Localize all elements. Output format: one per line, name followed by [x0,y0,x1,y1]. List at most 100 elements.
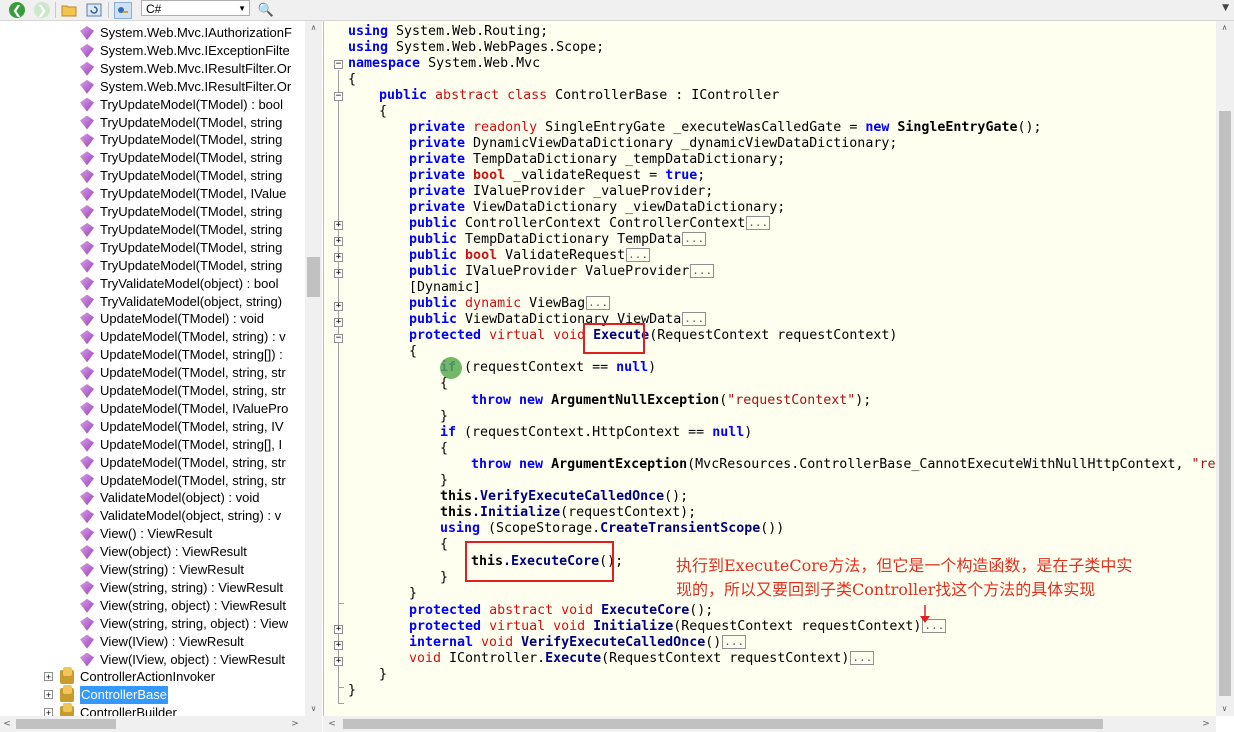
tree-member-item[interactable]: View(string, string, object) : View [80,615,288,633]
search-icon[interactable]: 🔍 [258,2,274,18]
tree-member-item[interactable]: TryUpdateModel(TModel, string [80,221,282,239]
collapse-toggle[interactable]: − [334,60,343,69]
collapse-toggle[interactable]: − [334,334,343,343]
tree-member-label: TryUpdateModel(TModel, string [100,257,283,273]
expand-toggle[interactable]: + [334,318,343,327]
collapse-toggle[interactable]: − [334,92,343,101]
tree-member-item[interactable]: UpdateModel(TModel) : void [80,310,264,328]
scroll-up-arrow-icon[interactable]: ∧ [1216,21,1233,35]
scroll-up-arrow-icon[interactable]: ∧ [305,21,322,35]
tree-member-item[interactable]: UpdateModel(TModel, string) : v [80,328,286,346]
tree-member-item[interactable]: TryValidateModel(object) : bool [80,275,278,293]
tree-member-item[interactable]: View(string, object) : ViewResult [80,597,286,615]
tree-member-label: View(string) : ViewResult [100,562,245,577]
scroll-left-arrow-icon[interactable]: < [325,716,339,732]
expand-toggle[interactable]: + [334,253,343,262]
tree-member-item[interactable]: ValidateModel(object) : void [80,489,259,507]
scroll-thumb[interactable] [307,257,320,297]
tree-member-item[interactable]: TryUpdateModel(TModel, string [80,239,282,257]
tree-member-item[interactable]: TryUpdateModel(TModel, string [80,167,282,185]
scroll-down-arrow-icon[interactable]: ∨ [1216,702,1233,716]
tree-member-item[interactable]: View(IView) : ViewResult [80,633,244,651]
scroll-thumb[interactable] [1219,111,1231,696]
code-line: } [409,586,418,601]
code-line: this.Initialize(requestContext); [440,505,697,520]
tree-member-label: View(IView, object) : ViewResult [100,651,285,667]
scroll-right-arrow-icon[interactable]: > [1199,716,1213,732]
tree-member-item[interactable]: TryUpdateModel(TModel, string [80,203,282,221]
editor-vertical-scrollbar[interactable]: ∧ ∨ [1216,21,1234,716]
tree-vertical-scrollbar[interactable]: ∧ ∨ [305,21,322,716]
expand-toggle[interactable]: + [334,657,343,666]
refresh-icon[interactable] [86,2,102,18]
collapsed-region[interactable]: ... [626,248,651,262]
tree-member-item[interactable]: ValidateModel(object, string) : v [80,507,281,525]
tree-member-item[interactable]: View(string) : ViewResult [80,561,244,579]
collapsed-region[interactable]: ... [682,232,707,246]
tree-member-item[interactable]: UpdateModel(TModel, string, str [80,454,286,472]
code-line: { [440,441,449,456]
tree-member-item[interactable]: TryUpdateModel(TModel, string [80,257,282,275]
language-select[interactable]: C# ▼ [141,0,250,16]
collapsed-region[interactable]: ... [746,216,771,230]
tree-member-item[interactable]: TryUpdateModel(TModel, string [80,114,282,132]
browse-icon[interactable] [114,2,132,19]
code-line: private DynamicViewDataDictionary _dynam… [409,136,898,151]
tree-member-item[interactable]: System.Web.Mvc.IAuthorizationF [80,24,292,42]
forward-arrow-icon[interactable]: ❯ [34,2,50,18]
tree-class-item[interactable]: ControllerBase [60,685,168,705]
method-icon [80,79,94,94]
code-line: private ViewDataDictionary _viewDataDict… [409,200,786,215]
tree-member-item[interactable]: UpdateModel(TModel, IValuePro [80,400,288,418]
expand-toggle[interactable]: + [334,625,343,634]
tree-class-item[interactable]: ControllerActionInvoker [60,667,215,686]
collapsed-region[interactable]: ... [586,296,611,310]
expand-toggle[interactable]: + [334,237,343,246]
expand-toggle[interactable]: + [44,672,53,682]
collapsed-region[interactable]: ... [682,312,707,326]
scroll-thumb[interactable] [343,719,1103,729]
tree-member-item[interactable]: TryUpdateModel(TModel) : bool [80,96,283,114]
overflow-chevron-icon[interactable]: ▼ [1222,3,1229,13]
tree-member-item[interactable]: UpdateModel(TModel, string, str [80,364,286,382]
code-editor[interactable]: − − + + + + + + − + + + using System.Web… [323,21,1217,716]
tree-member-item[interactable]: UpdateModel(TModel, string, IV [80,418,284,436]
scroll-left-arrow-icon[interactable]: < [0,716,14,732]
tree-member-item[interactable]: UpdateModel(TModel, string, str [80,382,286,400]
tree-member-item[interactable]: View(string, string) : ViewResult [80,579,283,597]
tree-member-item[interactable]: System.Web.Mvc.IResultFilter.Or [80,60,291,78]
editor-horizontal-scrollbar[interactable]: < > [323,716,1216,732]
collapsed-region[interactable]: ... [850,651,875,665]
code-line: protected abstract void ExecuteCore(); [409,603,714,618]
tree-member-item[interactable]: TryUpdateModel(TModel, string [80,149,282,167]
back-arrow-icon[interactable]: ❮ [9,2,25,18]
scroll-right-arrow-icon[interactable]: > [288,716,302,732]
collapsed-region[interactable]: ... [722,635,747,649]
expand-toggle[interactable]: + [334,302,343,311]
tree-member-item[interactable]: View(IView, object) : ViewResult [80,651,285,669]
tree-member-item[interactable]: TryValidateModel(object, string) [80,293,282,311]
tree-member-label: TryUpdateModel(TModel, string [100,114,283,130]
tree-member-item[interactable]: UpdateModel(TModel, string[], I [80,436,282,454]
open-folder-icon[interactable] [61,2,77,18]
tree-member-item[interactable]: TryUpdateModel(TModel, string [80,131,282,149]
tree-member-item[interactable]: System.Web.Mvc.IResultFilter.Or [80,78,291,96]
scroll-down-arrow-icon[interactable]: ∨ [305,702,322,716]
code-line: if (requestContext == null) [440,360,657,375]
expand-toggle[interactable]: + [44,690,53,700]
expand-toggle[interactable]: + [334,221,343,230]
tree-member-item[interactable]: TryUpdateModel(TModel, IValue [80,185,286,203]
tree-member-item[interactable]: UpdateModel(TModel, string, str [80,472,286,490]
tree-member-item[interactable]: System.Web.Mvc.IExceptionFilte [80,42,290,60]
tree-member-item[interactable]: UpdateModel(TModel, string[]) : [80,346,283,364]
scroll-thumb[interactable] [16,719,116,729]
method-icon [80,455,94,470]
expand-toggle[interactable]: + [44,708,53,716]
tree-member-item[interactable]: View() : ViewResult [80,525,212,543]
tree-member-item[interactable]: View(object) : ViewResult [80,543,247,561]
tree-horizontal-scrollbar[interactable]: < > [0,716,322,732]
expand-toggle[interactable]: + [334,641,343,650]
expand-toggle[interactable]: + [334,269,343,278]
tree-class-item[interactable]: ControllerBuilder [60,703,177,716]
collapsed-region[interactable]: ... [690,264,715,278]
